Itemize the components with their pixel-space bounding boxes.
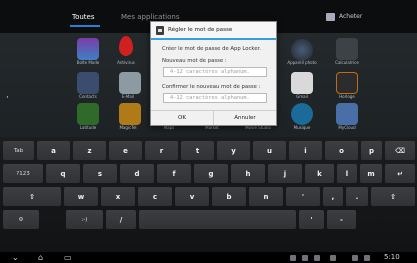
key-quote[interactable]: ': [299, 210, 324, 229]
app-label: MyCloud: [338, 125, 356, 130]
key-tab[interactable]: Tab: [3, 141, 34, 160]
key-p[interactable]: p: [361, 141, 382, 160]
home-icon[interactable]: ⌂: [38, 253, 43, 262]
app-label: MagicTel: [119, 125, 137, 130]
soft-keyboard: Tab a z e r t y u i o p ⌫ ?123 q s d f g…: [0, 137, 417, 252]
key-x[interactable]: x: [101, 187, 135, 206]
key-i[interactable]: i: [289, 141, 322, 160]
key-u[interactable]: u: [253, 141, 286, 160]
shift-key-left[interactable]: ⇧: [3, 187, 61, 206]
key-symbols[interactable]: ?123: [3, 164, 43, 183]
app-label: Gmail: [296, 94, 308, 99]
keyboard-status-icon: [330, 255, 336, 261]
key-c[interactable]: c: [138, 187, 172, 206]
dialog-header: Régler le mot de passe: [151, 22, 276, 40]
market-icon[interactable]: [326, 13, 335, 21]
notification-icon: [302, 255, 308, 261]
back-icon[interactable]: ⌄: [12, 253, 19, 262]
key-comma[interactable]: ,: [323, 187, 343, 206]
key-v[interactable]: v: [175, 187, 209, 206]
key-dash[interactable]: -: [327, 210, 356, 229]
wifi-icon: [352, 255, 358, 261]
music-icon[interactable]: [291, 103, 313, 125]
tab-underline: [70, 25, 100, 27]
enter-key[interactable]: ↵: [385, 164, 415, 183]
gmail-icon[interactable]: [291, 72, 313, 94]
key-g[interactable]: g: [194, 164, 228, 183]
key-s[interactable]: s: [83, 164, 117, 183]
page-indicator: ·: [6, 93, 9, 103]
contacts-icon[interactable]: [77, 72, 99, 94]
app-label: Horloge: [339, 94, 355, 99]
app-label: Antivirus: [117, 60, 135, 65]
app-label: Appareil photo: [287, 60, 317, 65]
new-password-field[interactable]: 4-12 caractères alphanum.: [163, 67, 267, 77]
lock-icon: [156, 25, 164, 35]
key-a[interactable]: a: [37, 141, 70, 160]
key-q[interactable]: q: [46, 164, 80, 183]
smiley-key[interactable]: :-): [66, 210, 103, 229]
key-z[interactable]: z: [73, 141, 106, 160]
key-b[interactable]: b: [212, 187, 246, 206]
notification-icon: [314, 255, 320, 261]
antivirus-icon[interactable]: [119, 36, 133, 56]
dialog-buttons: OK Annuler: [151, 110, 276, 125]
notification-icon: [290, 255, 296, 261]
cancel-button[interactable]: Annuler: [213, 111, 276, 125]
system-bar: ⌄ ⌂ ▭ 5:10: [0, 252, 417, 263]
backspace-key[interactable]: ⌫: [385, 141, 415, 160]
tab-my-apps[interactable]: Mes applications: [121, 13, 179, 21]
app-label: Latitude: [79, 125, 97, 130]
key-k[interactable]: k: [305, 164, 334, 183]
clock: 5:10: [384, 253, 400, 261]
settings-key[interactable]: ⚙: [3, 210, 39, 229]
calculator-icon[interactable]: [336, 38, 358, 60]
confirm-password-field[interactable]: 4-12 caractères alphanum.: [163, 93, 267, 103]
key-h[interactable]: h: [231, 164, 265, 183]
key-o[interactable]: o: [325, 141, 358, 160]
app-label: Calculatrice: [335, 60, 359, 65]
space-key[interactable]: [139, 210, 296, 229]
key-t[interactable]: t: [181, 141, 214, 160]
app-label: Musique: [293, 125, 311, 130]
key-y[interactable]: y: [217, 141, 250, 160]
dialog-intro: Créer le mot de passe de App Locker.: [162, 46, 261, 52]
tab-all[interactable]: Toutes: [72, 13, 95, 21]
key-e[interactable]: e: [109, 141, 142, 160]
confirm-password-label: Confirmer le nouveau mot de passe :: [162, 84, 261, 90]
key-d[interactable]: d: [120, 164, 154, 183]
key-apostrophe[interactable]: ': [286, 187, 320, 206]
boite-mode-icon[interactable]: [77, 38, 99, 60]
buy-link[interactable]: Acheter: [339, 13, 362, 20]
key-slash[interactable]: /: [106, 210, 136, 229]
new-password-label: Nouveau mot de passe :: [162, 58, 227, 64]
mycloud-icon[interactable]: [336, 103, 358, 125]
shift-key-right[interactable]: ⇧: [371, 187, 415, 206]
key-j[interactable]: j: [268, 164, 302, 183]
app-label: Boîte Mode: [76, 60, 100, 65]
clock-icon[interactable]: [336, 72, 358, 94]
key-w[interactable]: w: [64, 187, 98, 206]
key-n[interactable]: n: [249, 187, 283, 206]
camera-icon[interactable]: [291, 39, 313, 61]
battery-icon: [364, 255, 370, 261]
latitude-icon[interactable]: [77, 103, 99, 125]
key-m[interactable]: m: [360, 164, 382, 183]
key-r[interactable]: r: [145, 141, 178, 160]
email-icon[interactable]: [119, 72, 141, 94]
set-password-dialog: Régler le mot de passe Créer le mot de p…: [150, 21, 277, 126]
app-label: E-Mail: [121, 94, 135, 99]
ok-button[interactable]: OK: [151, 111, 213, 125]
dialog-title: Régler le mot de passe: [168, 27, 233, 33]
key-f[interactable]: f: [157, 164, 191, 183]
app-label: Contacts: [79, 94, 97, 99]
magictel-icon[interactable]: [119, 103, 141, 125]
key-period[interactable]: .: [346, 187, 368, 206]
recent-apps-icon[interactable]: ▭: [64, 253, 72, 262]
key-l[interactable]: l: [337, 164, 357, 183]
